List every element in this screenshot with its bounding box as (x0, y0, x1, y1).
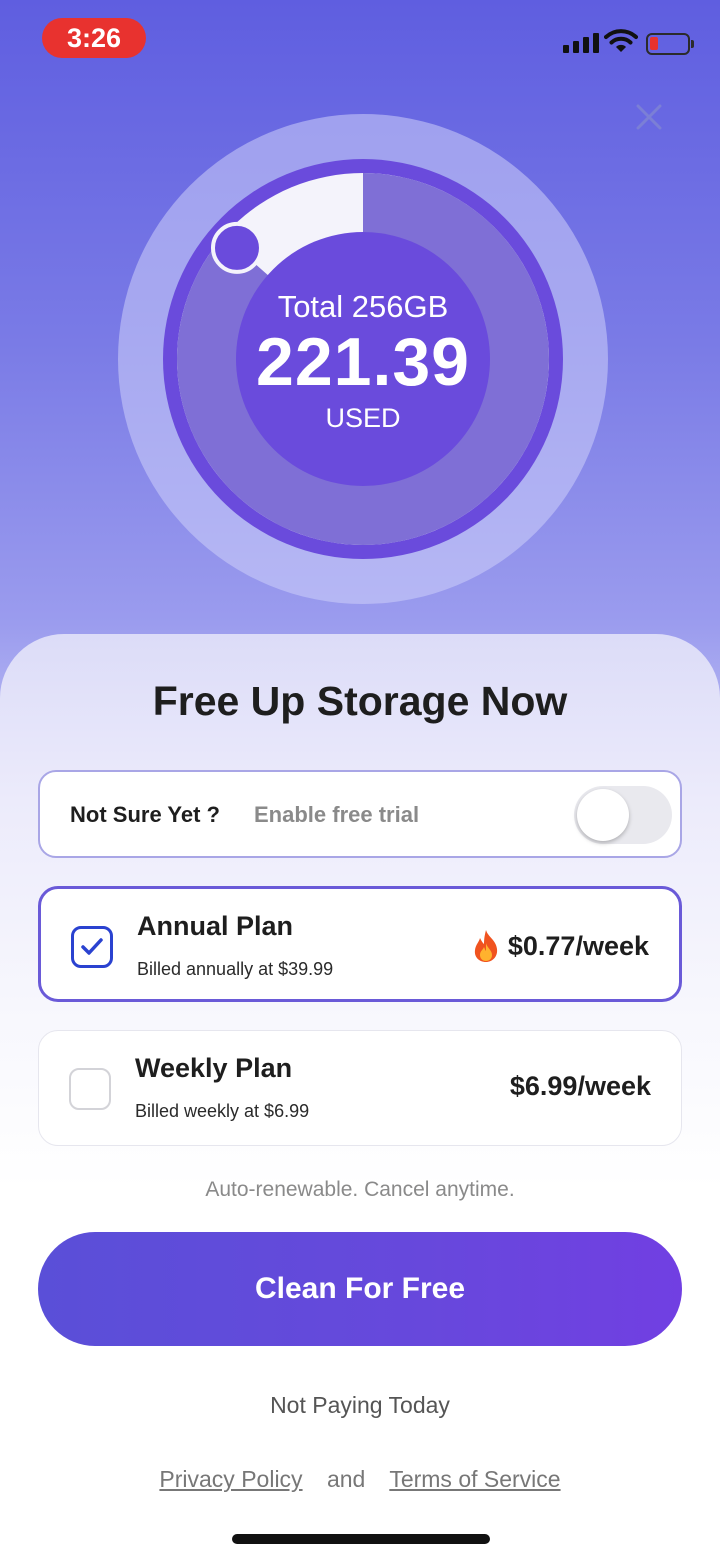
storage-gauge: Total 256GB 221.39 USED (118, 114, 608, 604)
sheet-title: Free Up Storage Now (152, 678, 568, 724)
plan-option-weekly[interactable]: Weekly Plan Billed weekly at $6.99 $6.99… (38, 1030, 682, 1146)
plan-billing-text: Billed annually at $39.99 (137, 959, 334, 979)
not-paying-today-text: Not Paying Today (270, 1392, 450, 1418)
status-bar: 3:26 (0, 0, 720, 80)
plan-billing-text: Billed weekly at $6.99 (135, 1101, 310, 1121)
plan-name: Weekly Plan (135, 1053, 293, 1083)
close-button[interactable] (628, 96, 670, 138)
used-storage-value: 221.39 (256, 323, 470, 400)
privacy-policy-link[interactable]: Privacy Policy (159, 1466, 302, 1492)
paywall-sheet: Free Up Storage Now Not Sure Yet ? Enabl… (0, 634, 720, 1560)
home-indicator (232, 1534, 490, 1544)
free-trial-row[interactable]: Not Sure Yet ? Enable free trial (38, 770, 682, 858)
plan-price: $0.77/week (472, 929, 649, 963)
wifi-icon (604, 28, 638, 59)
auto-renew-note: Auto-renewable. Cancel anytime. (205, 1178, 515, 1201)
plan-price-text: $6.99/week (509, 1071, 651, 1101)
plan-option-annual[interactable]: Annual Plan Billed annually at $39.99 $0… (38, 886, 682, 1002)
trial-question: Not Sure Yet ? (70, 802, 220, 827)
trial-label: Enable free trial (254, 802, 420, 827)
plan-price: $6.99/week (510, 1071, 651, 1102)
total-capacity-label: Total 256GB (277, 288, 449, 324)
terms-of-service-link[interactable]: Terms of Service (389, 1466, 560, 1492)
legal-links: Privacy Policy and Terms of Service (0, 1466, 720, 1493)
gauge-arc-end-dot (210, 221, 263, 274)
checkmark-icon (81, 938, 103, 955)
toggle-knob (577, 789, 629, 841)
weekly-plan-checkbox[interactable] (69, 1068, 111, 1110)
used-label: USED (325, 402, 401, 433)
status-time: 3:26 (42, 18, 146, 58)
close-icon (636, 104, 662, 130)
plan-price-text: $0.77/week (507, 930, 649, 961)
free-trial-toggle[interactable] (574, 786, 672, 844)
fire-icon (472, 929, 500, 963)
clean-for-free-button[interactable]: Clean For Free (38, 1232, 682, 1346)
annual-plan-checkbox[interactable] (71, 926, 113, 968)
gauge-center: Total 256GB 221.39 USED (236, 232, 490, 486)
plan-name: Annual Plan (137, 911, 294, 941)
legal-and-text: and (326, 1466, 366, 1492)
battery-icon (646, 33, 694, 55)
cellular-signal-icon (563, 33, 599, 53)
